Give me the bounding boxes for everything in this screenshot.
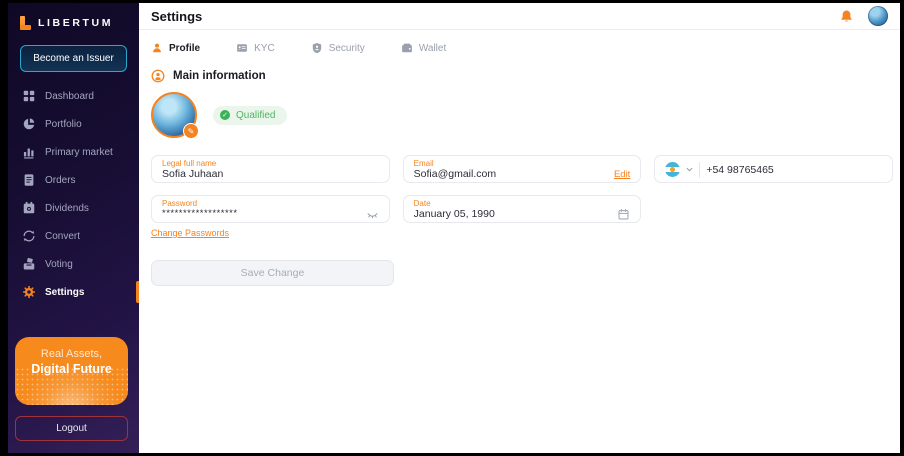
- change-password-link[interactable]: Change Passwords: [151, 228, 229, 238]
- password-input[interactable]: [162, 208, 360, 220]
- chevron-down-icon[interactable]: [686, 166, 693, 173]
- check-icon: ✓: [220, 110, 230, 120]
- brand-logo: LIBERTUM: [8, 3, 139, 33]
- email-edit-link[interactable]: Edit: [614, 169, 630, 180]
- sidebar-item-label: Dividends: [45, 202, 89, 214]
- shield-icon: [312, 43, 321, 54]
- sidebar-item-label: Convert: [45, 230, 81, 242]
- logout-button[interactable]: Logout: [15, 416, 128, 441]
- main-information-header: Main information: [151, 69, 893, 83]
- password-field: Password: [151, 195, 390, 223]
- sidebar-item-primary-market[interactable]: Primary market: [8, 138, 139, 166]
- user-avatar[interactable]: [868, 6, 888, 26]
- person-circle-icon: [151, 69, 165, 83]
- voting-icon: [23, 258, 35, 270]
- tab-profile[interactable]: Profile: [151, 42, 200, 54]
- sidebar-item-label: Portfolio: [45, 118, 82, 130]
- sidebar-item-label: Voting: [45, 258, 73, 270]
- brand-name: LIBERTUM: [38, 16, 114, 29]
- email-label: Email: [413, 159, 434, 168]
- settings-tabs: Profile KYC Security Wallet: [151, 42, 893, 54]
- notifications-bell-icon[interactable]: [839, 9, 854, 24]
- phone-field: [654, 155, 893, 183]
- sidebar-item-label: Orders: [45, 174, 76, 186]
- sidebar-item-dashboard[interactable]: Dashboard: [8, 82, 139, 110]
- sidebar-item-orders[interactable]: Orders: [8, 166, 139, 194]
- promo-line2: Digital Future: [31, 362, 112, 376]
- portfolio-icon: [23, 118, 35, 130]
- tab-kyc[interactable]: KYC: [236, 42, 275, 54]
- qualified-label: Qualified: [236, 109, 276, 121]
- sidebar-item-portfolio[interactable]: Portfolio: [8, 110, 139, 138]
- divider: [699, 161, 701, 178]
- sidebar-item-label: Primary market: [45, 146, 113, 158]
- email-field: Email Edit: [402, 155, 642, 183]
- dividends-icon: [23, 201, 35, 214]
- avatar-row: ✎ ✓ Qualified: [151, 92, 893, 139]
- top-bar: Settings: [139, 3, 900, 30]
- sidebar-item-dividends[interactable]: Dividends: [8, 194, 139, 222]
- page-title: Settings: [151, 8, 203, 24]
- convert-icon: [23, 230, 35, 242]
- promo-card: Real Assets, Digital Future: [15, 337, 128, 405]
- sidebar-item-voting[interactable]: Voting: [8, 250, 139, 278]
- edit-avatar-icon[interactable]: ✎: [183, 123, 199, 139]
- sidebar-item-label: Settings: [45, 286, 85, 298]
- tab-label: Wallet: [418, 42, 447, 54]
- become-issuer-button[interactable]: Become an Issuer: [20, 45, 127, 72]
- sidebar: LIBERTUM Become an Issuer Dashboard Port…: [8, 3, 139, 453]
- profile-icon: [153, 43, 161, 53]
- primary-market-icon: [23, 148, 34, 159]
- password-label: Password: [162, 198, 198, 208]
- tab-label: Profile: [169, 42, 201, 54]
- birth-date-field: Date: [402, 195, 642, 223]
- app-window: LIBERTUM Become an Issuer Dashboard Port…: [8, 3, 900, 453]
- tab-wallet[interactable]: Wallet: [401, 42, 446, 54]
- qualified-badge: ✓ Qualified: [213, 105, 288, 125]
- sidebar-item-convert[interactable]: Convert: [8, 222, 139, 250]
- promo-line1: Real Assets,: [40, 348, 103, 360]
- orders-icon: [24, 174, 34, 186]
- sidebar-nav: Dashboard Portfolio Primary market Order…: [8, 82, 139, 306]
- legal-name-label: Legal full name: [162, 159, 217, 168]
- main-panel: Settings Profile KYC Security Wallet Mai…: [139, 3, 900, 453]
- date-input[interactable]: [413, 208, 612, 220]
- dashboard-icon: [23, 90, 35, 102]
- settings-content: Profile KYC Security Wallet Main informa…: [139, 30, 900, 286]
- profile-form: Legal full name Email Edit: [151, 155, 893, 223]
- id-card-icon: [237, 44, 247, 52]
- tab-label: Security: [328, 42, 365, 54]
- tab-label: KYC: [254, 42, 275, 54]
- date-label: Date: [413, 198, 431, 208]
- sidebar-item-label: Dashboard: [45, 90, 94, 102]
- sidebar-item-settings[interactable]: Settings: [8, 278, 139, 306]
- libertum-l-icon: [20, 15, 31, 30]
- settings-gear-icon: [22, 285, 36, 299]
- legal-name-input[interactable]: [162, 168, 379, 180]
- calendar-icon[interactable]: [617, 208, 630, 221]
- save-change-button[interactable]: Save Change: [151, 260, 394, 286]
- tab-security[interactable]: Security: [311, 42, 365, 54]
- email-input[interactable]: [413, 168, 608, 180]
- legal-name-field: Legal full name: [151, 155, 390, 183]
- eye-closed-icon[interactable]: [366, 208, 379, 221]
- phone-input[interactable]: [706, 163, 882, 176]
- section-title: Main information: [173, 70, 266, 82]
- argentina-flag-icon[interactable]: [665, 162, 681, 177]
- wallet-icon: [401, 43, 412, 53]
